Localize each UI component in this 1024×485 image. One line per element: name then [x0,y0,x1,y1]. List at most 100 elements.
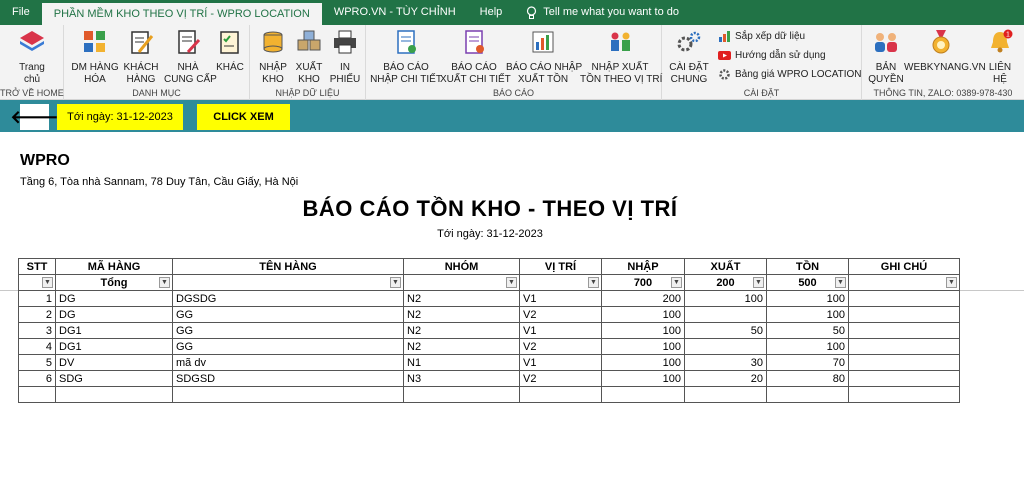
bao-cao-nhap-xuat-ton-button[interactable]: BÁO CÁO NHẬP XUẤT TỒN [506,28,583,86]
cell-nhom: N2 [403,322,520,339]
cell-stt: 4 [18,338,56,355]
cell-ten-hang: GG [172,338,404,355]
nhap-xuat-ton-vi-tri-button[interactable]: NHẬP XUẤT TỒN THEO VỊ TRÍ [580,28,662,86]
tab-file[interactable]: File [0,0,42,25]
cell-ma-hang: DG [55,306,173,323]
cell-ten-hang: GG [172,306,404,323]
webkynang-button[interactable]: WEBKYNANG.VN [904,28,986,74]
cai-dat-label-1: CÀI ĐẶT [669,62,709,73]
filter-dropdown-icon[interactable]: ▼ [390,277,401,288]
xuat-kho-button[interactable]: XUẤT KHO [292,28,326,86]
ban-quyen-button[interactable]: BẢN QUYỀN [866,28,906,86]
report-out-icon [465,30,484,54]
cell-xuat: 100 [684,290,767,307]
cell-ton: 50 [766,322,849,339]
nha-cung-cap-button[interactable]: NHÀ CUNG CẤP [164,28,217,86]
back-arrow-icon: 🡐 [10,106,59,127]
cell-nhap: 200 [601,290,685,307]
cell-stt [18,386,56,403]
tab-help[interactable]: Help [468,0,515,25]
cell-stt: 5 [18,354,56,371]
sap-xep-du-lieu-button[interactable]: Sắp xếp dữ liệu [718,30,805,43]
table-row: 4 DG1 GG N2 V2 100 100 [18,338,960,355]
cell-vi-tri: V2 [519,370,602,387]
huong-dan-label: Hướng dẫn sử dụng [735,50,826,61]
ribbon-body: Trang chủ TRỞ VỀ HOME DM HÀNG HÓA KHÁCH … [0,25,1024,100]
cell-ghi-chu [848,306,960,323]
filter-dropdown-icon[interactable]: ▼ [588,277,599,288]
notification-badge: 1 [1006,32,1010,39]
bc-nhap-label-2: NHẬP CHI TIẾT [370,74,442,85]
gears-icon [677,31,701,52]
nxt-vi-tri-label-1: NHẬP XUẤT [591,62,649,73]
group-label-cai-dat: CÀI ĐẶT [743,88,780,98]
filter-dropdown-icon[interactable]: ▼ [946,277,957,288]
col-header-vi-tri: VỊ TRÍ [519,258,602,275]
filter-dropdown-icon[interactable]: ▼ [835,277,846,288]
total-xuat: 200 [716,276,735,289]
khach-hang-button[interactable]: KHÁCH HÀNG [120,28,162,86]
lien-he-button[interactable]: 1 LIÊN HỆ [980,28,1020,86]
back-arrow-button[interactable]: 🡐 [10,104,59,130]
bao-cao-nhap-chi-tiet-button[interactable]: BÁO CÁO NHẬP CHI TIẾT [370,28,442,86]
group-home: Trang chủ TRỞ VỀ HOME [0,25,64,100]
cell-ten-hang: GG [172,322,404,339]
bao-cao-xuat-chi-tiet-button[interactable]: BÁO CÁO XUẤT CHI TIẾT [440,28,511,86]
filter-cell-nhap: 700 ▼ [601,274,685,291]
cell-ten-hang: SDGSD [172,370,404,387]
award-medal-icon [932,30,950,54]
cai-dat-chung-button[interactable]: CÀI ĐẶT CHUNG [666,28,712,86]
filter-dropdown-icon[interactable]: ▼ [159,277,170,288]
dm-hang-hoa-button[interactable]: DM HÀNG HÓA [70,28,120,86]
product-grid-icon [84,31,105,52]
inventory-table: STT MÃ HÀNG TÊN HÀNG NHÓM VỊ TRÍ NHẬP XU… [18,258,960,403]
tab-wpro-location[interactable]: PHẦN MỀM KHO THEO VỊ TRÍ - WPRO LOCATION [41,3,322,25]
database-icon [263,31,283,53]
cell-ghi-chu [848,322,960,339]
bang-gia-button[interactable]: Bảng giá WPRO LOCATION [718,68,862,81]
tell-me-search[interactable]: Tell me what you want to do [514,0,691,25]
filter-cell-stt: ▼ [18,274,56,291]
nha-cung-cap-label-1: NHÀ [177,62,199,73]
report-toolbar: 🡐 Tới ngày: 31-12-2023 CLICK XEM [0,100,1024,132]
home-button[interactable]: Trang chủ [8,28,56,86]
youtube-icon [718,51,731,60]
people-location-icon [611,32,630,51]
tab-wpro-custom[interactable]: WPRO.VN - TÙY CHỈNH [322,0,468,25]
team-icon [875,33,897,52]
group-cai-dat: CÀI ĐẶT CHUNG Sắp xếp dữ liệu Hướng dẫn … [662,25,862,100]
warehouse-boxes-icon [297,30,321,51]
cell-vi-tri: V1 [519,354,602,371]
in-phieu-button[interactable]: IN PHIẾU [328,28,362,86]
nhap-kho-button[interactable]: NHẬP KHO [256,28,290,86]
bc-nxt-label-1: BÁO CÁO NHẬP [506,62,583,73]
cell-xuat [684,338,767,355]
bell-icon: 1 [991,29,1013,53]
lien-he-label-2: HỆ [993,74,1007,85]
totals-label: Tổng [100,276,128,289]
company-address: Tầng 6, Tòa nhà Sannam, 78 Duy Tân, Cầu … [20,176,299,188]
col-header-xuat: XUẤT [684,258,767,275]
date-filter-box[interactable]: Tới ngày: 31-12-2023 [57,104,183,130]
filter-dropdown-icon[interactable]: ▼ [753,277,764,288]
cell-nhap: 100 [601,354,685,371]
bc-nxt-label-2: XUẤT TỒN [517,74,569,85]
cell-nhom: N3 [403,370,520,387]
total-ton: 500 [798,276,817,289]
click-xem-button[interactable]: CLICK XEM [197,104,290,130]
huong-dan-su-dung-button[interactable]: Hướng dẫn sử dụng [718,49,826,62]
cell-nhap [601,386,685,403]
col-header-ma-hang: MÃ HÀNG [55,258,173,275]
filter-cell-xuat: 200 ▼ [684,274,767,291]
filter-dropdown-icon[interactable]: ▼ [506,277,517,288]
khac-button[interactable]: KHÁC [212,28,248,74]
cell-xuat: 20 [684,370,767,387]
group-label-thong-tin: THÔNG TIN, ZALO: 0389-978-430 [873,88,1013,98]
cell-ton: 100 [766,306,849,323]
table-row: 1 DG DGSDG N2 V1 200 100 100 [18,290,960,307]
filter-cell-vi-tri: ▼ [519,274,602,291]
total-nhap: 700 [633,276,653,289]
checklist-icon [220,31,239,54]
filter-dropdown-icon[interactable]: ▼ [671,277,682,288]
filter-dropdown-icon[interactable]: ▼ [42,277,53,288]
